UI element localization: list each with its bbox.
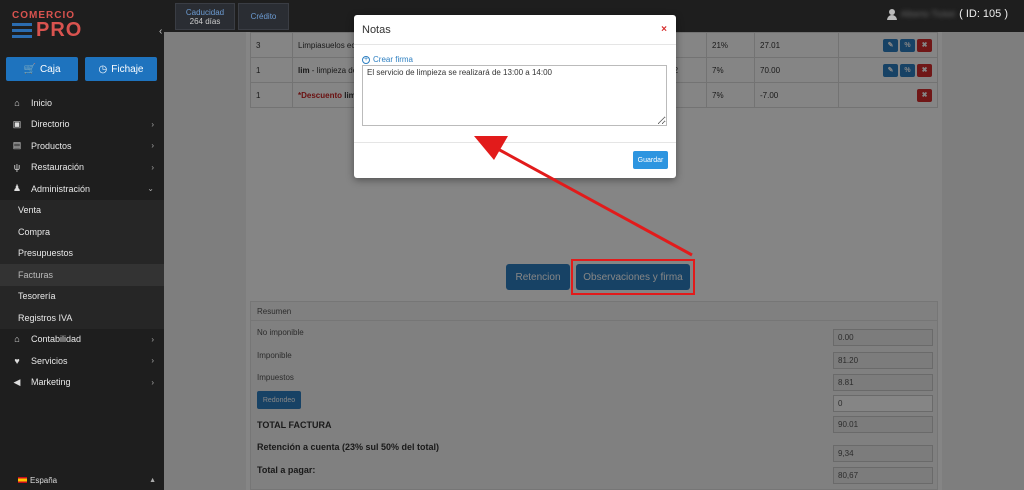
- chevron-right-icon: ›: [151, 334, 154, 344]
- user-icon: [886, 8, 897, 20]
- notas-modal: Notas × + Crear firma El servicio de lim…: [354, 15, 676, 178]
- user-name: Alberto Ticket: [900, 9, 956, 19]
- language-selector[interactable]: España ▲: [0, 470, 164, 490]
- sidebar-item-servicios[interactable]: ♥ Servicios ›: [0, 350, 164, 372]
- sidebar-item-inicio[interactable]: ⌂ Inicio: [0, 92, 164, 114]
- sidebar: COMERCIO PRO ‹ 🛒 Caja ◷ Fichaje ⌂ Inicio…: [0, 0, 164, 490]
- submenu-item-venta[interactable]: Venta: [0, 199, 164, 221]
- user-menu[interactable]: Alberto Ticket ( ID: 105 ): [886, 8, 1008, 20]
- clock-icon: ◷: [98, 63, 108, 75]
- chevron-right-icon: ›: [151, 377, 154, 387]
- crear-firma-link[interactable]: + Crear firma: [362, 55, 413, 64]
- notes-textarea[interactable]: El servicio de limpieza se realizará de …: [362, 65, 667, 126]
- chevron-right-icon: ›: [151, 119, 154, 129]
- cart-icon: 🛒: [23, 63, 36, 75]
- caducidad-box[interactable]: Caducidad 264 días: [175, 3, 235, 30]
- chevron-right-icon: ›: [151, 356, 154, 366]
- home-icon: ⌂: [14, 97, 20, 108]
- sidebar-item-marketing[interactable]: ◀ Marketing ›: [0, 372, 164, 394]
- annotation-highlight-box: [571, 259, 695, 295]
- submenu-item-registros-iva[interactable]: Registros IVA: [0, 307, 164, 329]
- sidebar-item-contabilidad[interactable]: ⌂ Contabilidad ›: [0, 329, 164, 351]
- cutlery-icon: ψ: [13, 162, 21, 173]
- caja-button[interactable]: 🛒 Caja: [6, 57, 78, 81]
- bank-icon: ⌂: [14, 334, 20, 345]
- logo-bars-icon: [12, 23, 32, 41]
- sidebar-item-directorio[interactable]: ▣ Directorio ›: [0, 114, 164, 136]
- administracion-submenu: Venta Compra Presupuestos Facturas Tesor…: [0, 199, 164, 329]
- modal-title: Notas: [362, 23, 391, 36]
- users-icon: ♟: [12, 183, 22, 194]
- submenu-item-tesoreria[interactable]: Tesorería: [0, 285, 164, 307]
- sidebar-item-productos[interactable]: ▤ Productos ›: [0, 135, 164, 157]
- credito-box[interactable]: Crédito: [238, 3, 289, 30]
- submenu-item-presupuestos[interactable]: Presupuestos: [0, 242, 164, 264]
- chevron-right-icon: ›: [151, 162, 154, 172]
- brand-name-bottom: PRO: [36, 19, 83, 41]
- fichaje-button[interactable]: ◷ Fichaje: [85, 57, 157, 81]
- sidebar-item-administracion[interactable]: ♟ Administración ⌄: [0, 178, 164, 200]
- handshake-icon: ♥: [14, 355, 20, 366]
- spain-flag-icon: [18, 477, 27, 483]
- chevron-down-icon: ⌄: [147, 184, 154, 194]
- megaphone-icon: ◀: [13, 376, 21, 387]
- user-id: ( ID: 105 ): [959, 8, 1008, 20]
- guardar-button[interactable]: Guardar: [633, 151, 668, 169]
- plus-circle-icon: +: [362, 55, 370, 64]
- submenu-item-compra[interactable]: Compra: [0, 221, 164, 243]
- chevron-up-icon: ▲: [149, 476, 156, 484]
- chevron-right-icon: ›: [151, 141, 154, 151]
- address-book-icon: ▣: [12, 118, 22, 129]
- brand-logo[interactable]: COMERCIO PRO: [12, 8, 92, 42]
- box-icon: ▤: [12, 140, 22, 151]
- close-icon[interactable]: ×: [661, 24, 667, 35]
- sidebar-item-restauracion[interactable]: ψ Restauración ›: [0, 157, 164, 179]
- sidebar-menu: ⌂ Inicio ▣ Directorio › ▤ Productos › ψ …: [0, 92, 164, 393]
- submenu-item-facturas[interactable]: Facturas: [0, 264, 164, 286]
